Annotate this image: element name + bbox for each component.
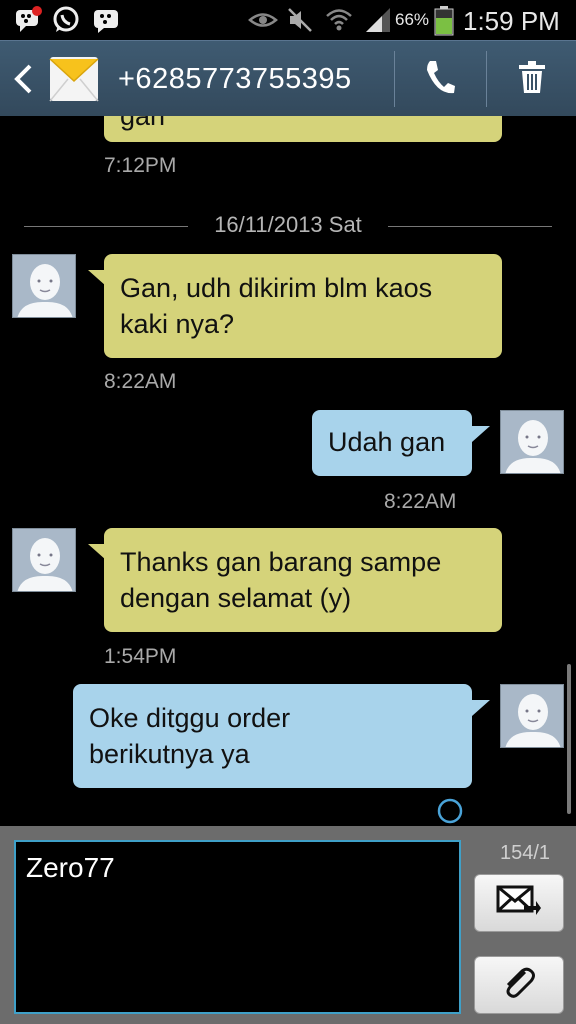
- message-text-line: dengan selamat (y): [120, 583, 352, 613]
- avatar[interactable]: [12, 528, 76, 592]
- message-text-line: berikutnya ya: [89, 739, 250, 769]
- send-icon: [496, 884, 542, 923]
- battery-percent: 66%: [395, 10, 430, 29]
- attach-button[interactable]: [474, 956, 564, 1014]
- envelope-icon: [48, 55, 100, 108]
- action-bar: +6285773755395: [0, 40, 576, 116]
- person-icon: [13, 529, 75, 591]
- message-time: 7:12PM: [104, 154, 177, 177]
- person-icon: [501, 685, 563, 747]
- trash-icon: [517, 60, 547, 99]
- whatsapp-icon: [52, 6, 80, 34]
- message-text-line: Thanks gan barang sampe: [120, 547, 442, 577]
- person-icon: [501, 411, 563, 473]
- contact-number: +6285773755395: [118, 63, 352, 95]
- message-bubble[interactable]: Gan, udh dikirim blm kaos kaki nya?: [104, 254, 502, 358]
- eye-icon: [248, 6, 278, 34]
- send-button[interactable]: [474, 874, 564, 932]
- character-counter: 154/1: [500, 842, 551, 864]
- message-time: 1:54PM: [104, 645, 177, 668]
- sending-status-icon: [436, 797, 464, 826]
- avatar[interactable]: [500, 684, 564, 748]
- wifi-icon: [324, 6, 354, 34]
- message-text-line: kaki nya?: [120, 309, 235, 339]
- message-bubble[interactable]: Oke ditggu order berikutnya ya: [73, 684, 472, 788]
- status-bar: 66% 1:59 PM: [0, 0, 576, 40]
- avatar[interactable]: [500, 410, 564, 474]
- message-text: gan: [120, 116, 166, 131]
- delete-button[interactable]: [487, 41, 576, 117]
- message-bubble[interactable]: Thanks gan barang sampe dengan selamat (…: [104, 528, 502, 632]
- bbm-notification-icon: [14, 6, 42, 34]
- paperclip-icon: [499, 963, 539, 1008]
- message-time: 8:22AM: [104, 370, 177, 393]
- message-bubble[interactable]: Udah gan: [312, 410, 472, 476]
- signal-icon: [364, 6, 392, 34]
- message-text-line: Oke ditggu order: [89, 703, 291, 733]
- phone-icon: [423, 58, 457, 101]
- message-text-line: Udah gan: [328, 427, 446, 457]
- avatar[interactable]: [12, 254, 76, 318]
- message-bubble[interactable]: gan: [104, 116, 502, 142]
- message-time: 8:22AM: [384, 490, 457, 513]
- bbm-icon: [92, 6, 120, 34]
- message-text-line: Gan, udh dikirim blm kaos: [120, 273, 433, 303]
- mute-icon: [286, 6, 314, 34]
- composer: Zero77 154/1: [0, 826, 576, 1024]
- bubble-tail: [472, 426, 490, 442]
- scrollbar-thumb[interactable]: [567, 664, 571, 814]
- date-separator: 16/11/2013 Sat: [24, 212, 552, 240]
- bubble-tail: [472, 700, 490, 716]
- clock: 1:59 PM: [463, 6, 560, 36]
- back-button[interactable]: [0, 41, 110, 117]
- battery-icon: [434, 6, 454, 36]
- conversation-list[interactable]: gan 7:12PM 16/11/2013 Sat Gan, udh dikir…: [0, 116, 576, 826]
- person-icon: [13, 255, 75, 317]
- message-input[interactable]: Zero77: [14, 840, 461, 1014]
- back-icon: [12, 63, 34, 100]
- call-button[interactable]: [395, 41, 485, 117]
